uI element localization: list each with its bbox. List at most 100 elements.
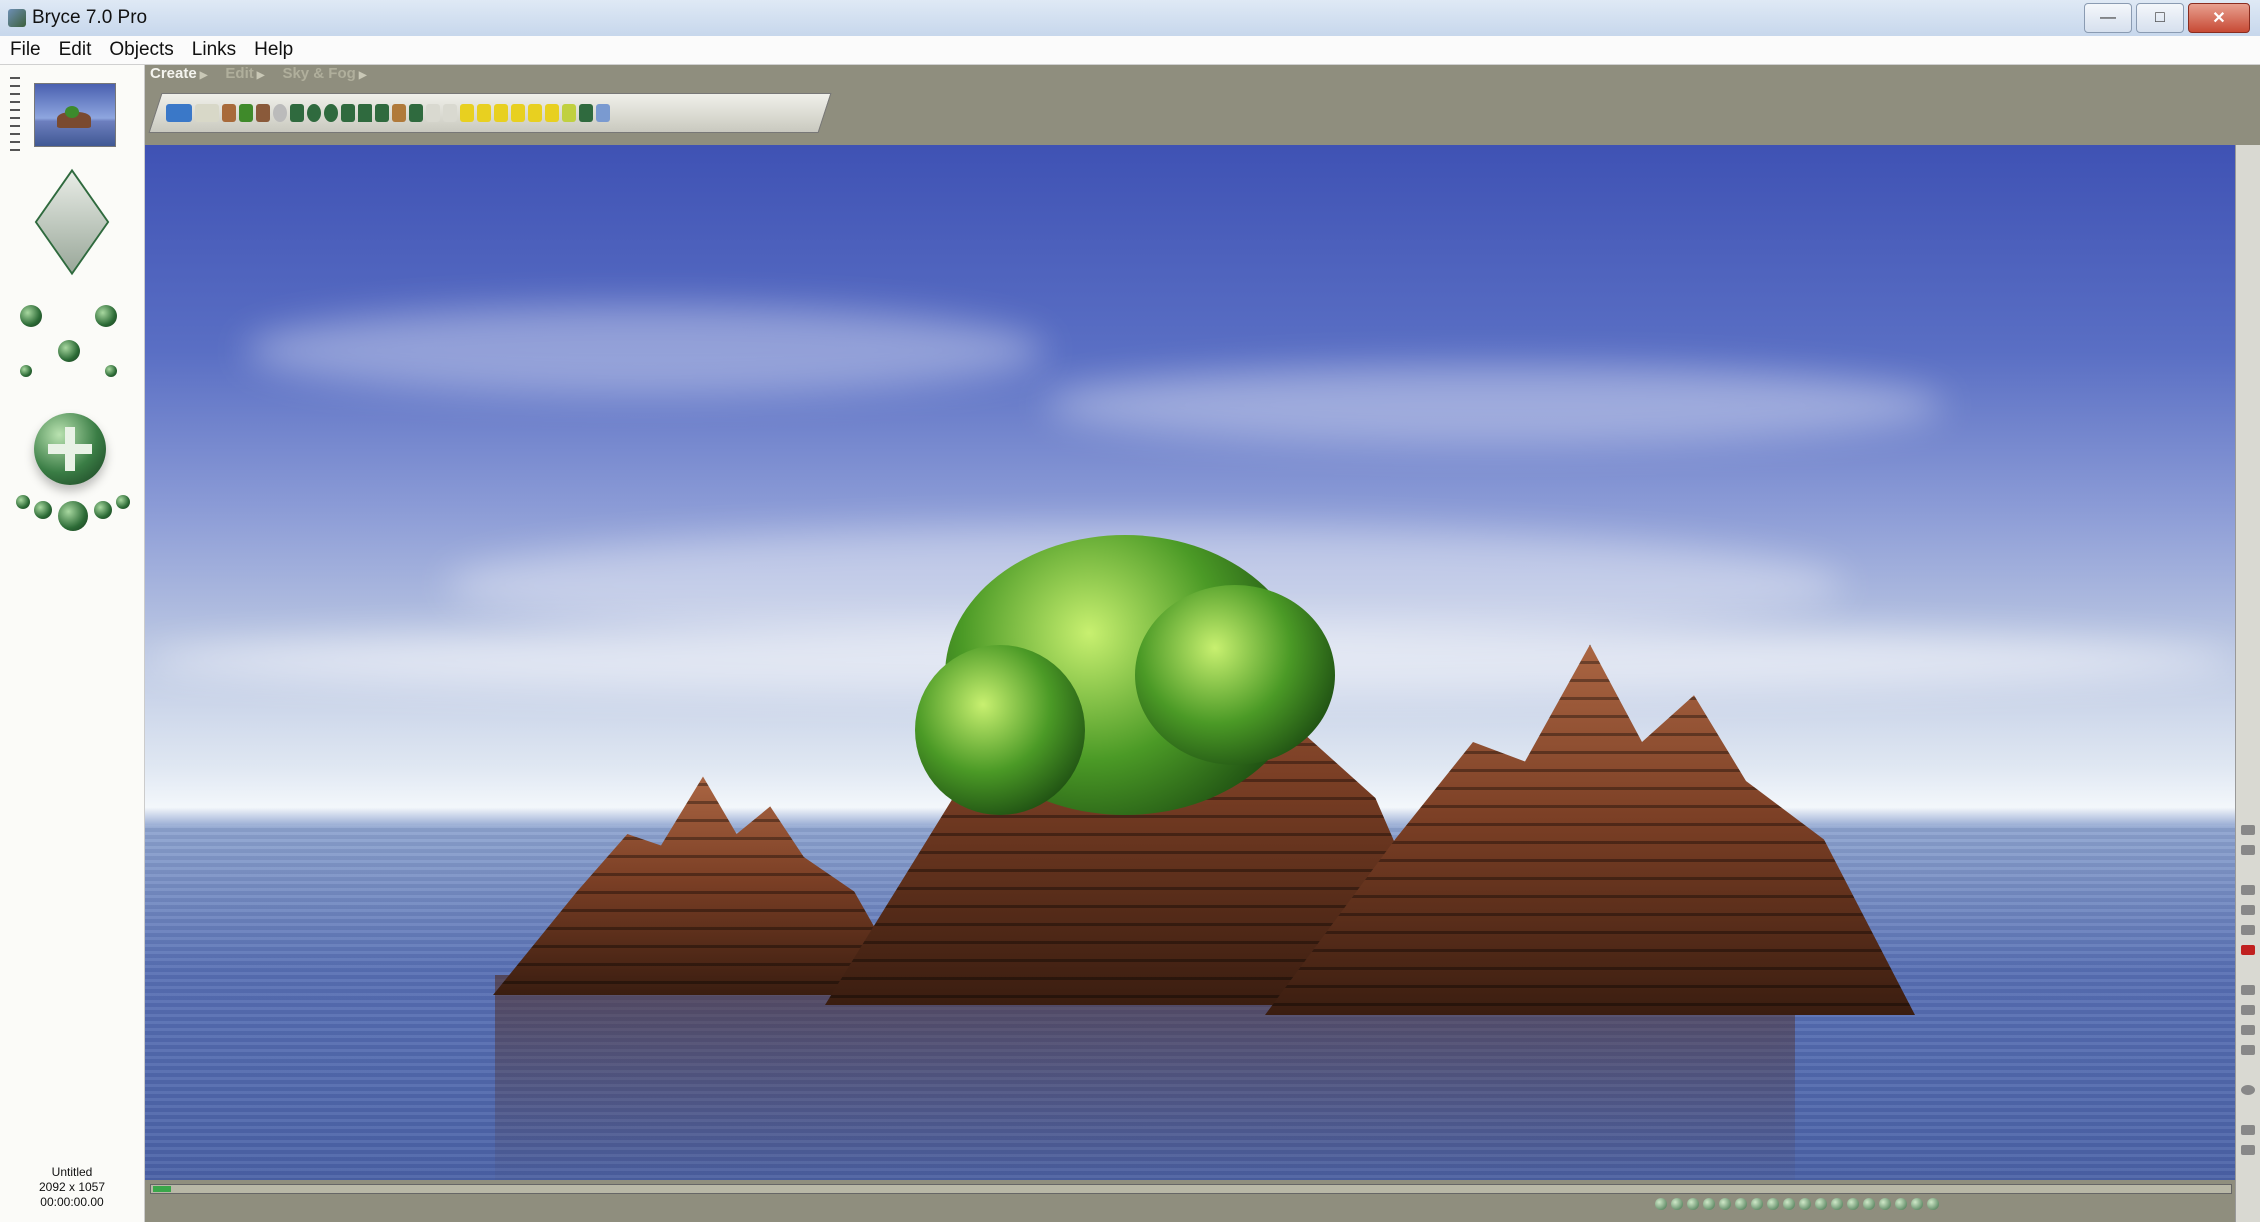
zoom-icon[interactable]	[2241, 1125, 2255, 1135]
area-light-icon[interactable]	[545, 104, 559, 122]
figure-icon[interactable]	[392, 104, 406, 122]
memory-dots-icon[interactable]	[2241, 985, 2255, 995]
document-name: Untitled	[51, 1165, 93, 1179]
tab-create-label: Create	[150, 65, 197, 82]
document-time: 00:00:00.00	[40, 1195, 104, 1209]
thumbnail-tree	[65, 106, 79, 118]
memory-dot-icon[interactable]	[1879, 1198, 1891, 1210]
pan-icon[interactable]	[2241, 1145, 2255, 1155]
camera-small-left-icon[interactable]	[20, 365, 32, 377]
primitive-circle-icon[interactable]	[443, 104, 457, 122]
trackball-main-icon[interactable]	[58, 501, 88, 531]
memory-dot-icon[interactable]	[1847, 1198, 1859, 1210]
bounding-box-icon[interactable]	[2241, 905, 2255, 915]
trackball-right-medium-icon[interactable]	[94, 501, 112, 519]
globe-icon[interactable]	[1927, 1198, 1939, 1210]
symmetric-lattice-icon[interactable]	[290, 104, 304, 122]
nano-preview-thumbnail[interactable]	[34, 83, 116, 147]
tree-bare-icon[interactable]	[256, 104, 270, 122]
view-top-icon[interactable]	[1655, 1198, 1667, 1210]
view-scale-ruler[interactable]	[10, 77, 20, 157]
view-camera-icon[interactable]	[1703, 1198, 1715, 1210]
minimize-button[interactable]: —	[2084, 3, 2132, 33]
render-clear-icon[interactable]	[2241, 1005, 2255, 1015]
background-paper-icon[interactable]	[2241, 1025, 2255, 1035]
memory-dot-icon[interactable]	[1831, 1198, 1843, 1210]
cone-icon[interactable]	[375, 104, 389, 122]
menu-help[interactable]: Help	[244, 36, 301, 64]
radial-light-icon[interactable]	[460, 104, 474, 122]
menu-bar: File Edit Objects Links Help	[0, 36, 2260, 65]
cube-icon[interactable]	[341, 104, 355, 122]
close-button[interactable]: ✕	[2188, 3, 2250, 33]
memory-dot-icon[interactable]	[1815, 1198, 1827, 1210]
texture-icon[interactable]	[2241, 1045, 2255, 1055]
camera-icon[interactable]	[596, 104, 610, 122]
menu-links[interactable]: Links	[182, 36, 244, 64]
palette-tabs: Create ▶ Edit ▶ Sky & Fog ▶	[150, 65, 367, 82]
time-scrubber[interactable]	[150, 1184, 2232, 1194]
camera-pan-right-icon[interactable]	[95, 305, 117, 327]
rock-icon[interactable]	[273, 104, 287, 122]
light-grid-icon[interactable]	[562, 104, 576, 122]
keyframe-add-icon[interactable]	[1751, 1198, 1763, 1210]
menu-file[interactable]: File	[0, 36, 49, 64]
keyframe-remove-icon[interactable]	[1767, 1198, 1779, 1210]
document-status: Untitled 2092 x 1057 00:00:00.00	[0, 1165, 144, 1210]
memory-dot-icon[interactable]	[1783, 1198, 1795, 1210]
render-sphere-icon[interactable]	[2241, 1085, 2255, 1095]
infinite-plane-icon[interactable]	[195, 104, 219, 122]
render-animation-icon[interactable]	[1911, 1198, 1923, 1210]
view-front-icon[interactable]	[1671, 1198, 1683, 1210]
sky-cloud	[245, 305, 1045, 395]
sun-light-icon[interactable]	[528, 104, 542, 122]
tree-icon[interactable]	[239, 104, 253, 122]
title-bar: Bryce 7.0 Pro — □ ✕	[0, 0, 2260, 37]
time-scrubber-knob[interactable]	[153, 1186, 171, 1192]
camera-center-icon[interactable]	[58, 340, 80, 362]
trackball-left-medium-icon[interactable]	[34, 501, 52, 519]
terrain-icon[interactable]	[222, 104, 236, 122]
parallel-light-icon[interactable]	[511, 104, 525, 122]
square-spot-light-icon[interactable]	[494, 104, 508, 122]
camera-small-right-icon[interactable]	[105, 365, 117, 377]
memory-dot-icon[interactable]	[1799, 1198, 1811, 1210]
camera-pan-left-icon[interactable]	[20, 305, 42, 327]
primitive-square-icon[interactable]	[426, 104, 440, 122]
menu-objects[interactable]: Objects	[99, 36, 181, 64]
maximize-button[interactable]: □	[2136, 3, 2184, 33]
wireframe-icon[interactable]	[2241, 885, 2255, 895]
view-cube-icon[interactable]	[34, 168, 110, 276]
tree-canopy	[1135, 585, 1335, 765]
stop-icon[interactable]	[1735, 1198, 1747, 1210]
camera-trackball-group[interactable]	[10, 405, 134, 531]
pyramid-icon[interactable]	[358, 104, 372, 122]
play-icon[interactable]	[1719, 1198, 1731, 1210]
water-plane-icon[interactable]	[166, 104, 192, 122]
render-mode-icon[interactable]	[2241, 945, 2255, 955]
depth-cue-icon[interactable]	[2241, 925, 2255, 935]
view-side-icon[interactable]	[1687, 1198, 1699, 1210]
render-viewport[interactable]	[145, 145, 2235, 1180]
view-control-cube[interactable]	[10, 160, 134, 280]
menu-edit[interactable]: Edit	[49, 36, 100, 64]
timeline-bar	[145, 1180, 2235, 1222]
memory-dot-icon[interactable]	[1895, 1198, 1907, 1210]
camera-trackball-icon[interactable]	[34, 413, 106, 485]
eraser-icon[interactable]	[2241, 845, 2255, 855]
trackball-left-small-icon[interactable]	[16, 495, 30, 509]
torus-icon[interactable]	[307, 104, 321, 122]
right-tool-strip	[2235, 145, 2260, 1222]
pencil-icon[interactable]	[2241, 825, 2255, 835]
spot-light-icon[interactable]	[477, 104, 491, 122]
camera-dpad[interactable]	[10, 295, 134, 395]
tab-create[interactable]: Create ▶	[150, 65, 207, 82]
tab-sky-fog[interactable]: Sky & Fog ▶	[282, 65, 366, 82]
trackball-right-small-icon[interactable]	[116, 495, 130, 509]
sphere-icon[interactable]	[324, 104, 338, 122]
tab-sky-fog-label: Sky & Fog	[282, 65, 356, 82]
disc-icon[interactable]	[409, 104, 423, 122]
object-library-icon[interactable]	[579, 104, 593, 122]
memory-dot-icon[interactable]	[1863, 1198, 1875, 1210]
tab-edit[interactable]: Edit ▶	[225, 65, 264, 82]
